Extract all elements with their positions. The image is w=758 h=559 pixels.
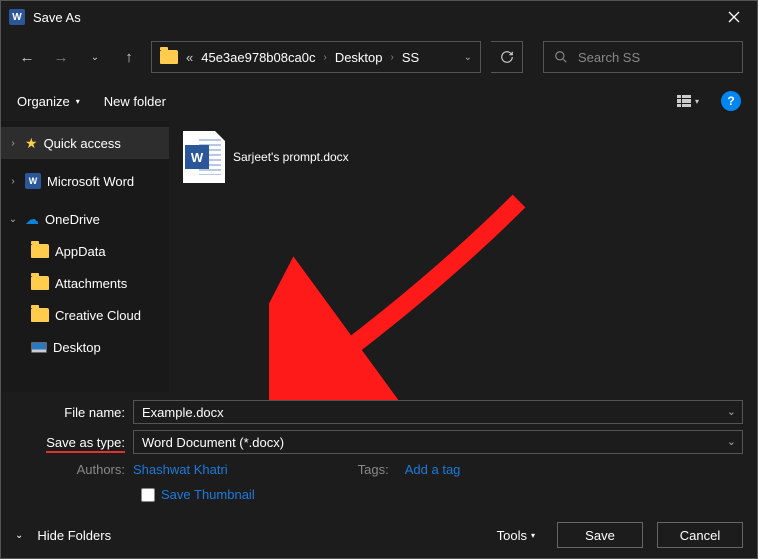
cloud-icon: ☁ [25, 211, 39, 228]
search-input[interactable]: Search SS [543, 41, 743, 73]
search-icon [554, 50, 568, 64]
back-button[interactable]: ← [15, 45, 39, 69]
save-as-type-select[interactable]: Word Document (*.docx) ⌄ [133, 430, 743, 454]
sidebar-item-quick-access[interactable]: › ★ Quick access [1, 127, 169, 159]
chevron-right-icon: › [7, 138, 19, 149]
folder-icon [31, 244, 49, 258]
close-button[interactable] [711, 1, 757, 33]
sidebar-item-desktop[interactable]: Desktop [1, 331, 169, 363]
tags-link[interactable]: Add a tag [405, 462, 461, 477]
view-options-button[interactable]: ▾ [673, 89, 703, 113]
search-placeholder: Search SS [578, 50, 640, 65]
chevron-right-icon: › [323, 52, 326, 63]
sidebar-item-onedrive[interactable]: ⌄ ☁ OneDrive [1, 203, 169, 235]
sidebar-label: Microsoft Word [47, 174, 134, 189]
file-label: Sarjeet's prompt.docx [233, 150, 383, 164]
chevron-right-icon: › [391, 52, 394, 63]
organize-label: Organize [17, 94, 70, 109]
save-thumbnail-label[interactable]: Save Thumbnail [161, 487, 255, 502]
breadcrumb-seg2[interactable]: Desktop [335, 50, 383, 65]
star-icon: ★ [25, 135, 38, 152]
word-app-icon: W [9, 9, 25, 25]
save-button[interactable]: Save [557, 522, 643, 548]
hide-folders-button[interactable]: Hide Folders [37, 528, 111, 543]
word-icon: W [25, 173, 41, 189]
sidebar-label: Desktop [53, 340, 101, 355]
authors-label: Authors: [15, 462, 133, 477]
tools-button[interactable]: Tools ▾ [497, 528, 535, 543]
tools-label: Tools [497, 528, 527, 543]
word-document-icon: W [183, 131, 225, 183]
folder-icon [31, 276, 49, 290]
sidebar-item-microsoft-word[interactable]: › W Microsoft Word [1, 165, 169, 197]
new-folder-button[interactable]: New folder [104, 94, 166, 109]
filename-label: File name: [15, 405, 133, 420]
filename-value: Example.docx [142, 405, 224, 420]
refresh-button[interactable] [491, 41, 523, 73]
help-button[interactable]: ? [721, 91, 741, 111]
desktop-icon [31, 342, 47, 353]
sidebar-item-appdata[interactable]: AppData [1, 235, 169, 267]
breadcrumb-prefix: « [186, 50, 193, 65]
file-list-area[interactable]: W Sarjeet's prompt.docx [169, 121, 757, 392]
chevron-down-icon: ▾ [76, 97, 80, 106]
filename-input[interactable]: Example.docx ⌄ [133, 400, 743, 424]
annotation-arrow [269, 191, 569, 401]
save-as-type-label: Save as type: [15, 435, 133, 450]
new-folder-label: New folder [104, 94, 166, 109]
sidebar-label: Quick access [44, 136, 121, 151]
chevron-down-icon[interactable]: ⌄ [727, 405, 736, 418]
forward-button[interactable]: → [49, 45, 73, 69]
chevron-down-icon: ▾ [695, 97, 699, 106]
breadcrumb-seg1[interactable]: 45e3ae978b08ca0c [201, 50, 315, 65]
tags-label: Tags: [358, 462, 397, 477]
sidebar-label: OneDrive [45, 212, 100, 227]
chevron-down-icon: ▾ [531, 531, 535, 540]
sidebar-item-creative-cloud[interactable]: Creative Cloud [1, 299, 169, 331]
up-button[interactable]: ↑ [117, 45, 141, 69]
recent-locations-button[interactable]: ⌄ [83, 45, 107, 69]
collapse-icon: ⌄ [15, 530, 23, 541]
sidebar-label: AppData [55, 244, 106, 259]
breadcrumb-seg3[interactable]: SS [402, 50, 419, 65]
chevron-down-icon: ⌄ [7, 214, 19, 225]
file-item[interactable]: W Sarjeet's prompt.docx [183, 131, 743, 183]
authors-link[interactable]: Shashwat Khatri [133, 462, 228, 477]
address-bar[interactable]: « 45e3ae978b08ca0c › Desktop › SS ⌄ [151, 41, 481, 73]
window-title: Save As [33, 10, 81, 25]
sidebar-label: Attachments [55, 276, 127, 291]
sidebar-label: Creative Cloud [55, 308, 141, 323]
sidebar-item-attachments[interactable]: Attachments [1, 267, 169, 299]
chevron-right-icon: › [7, 176, 19, 187]
folder-icon [160, 50, 178, 64]
chevron-down-icon[interactable]: ⌄ [727, 435, 736, 448]
save-as-type-value: Word Document (*.docx) [142, 435, 284, 450]
folder-icon [31, 308, 49, 322]
organize-button[interactable]: Organize ▾ [17, 94, 80, 109]
cancel-button[interactable]: Cancel [657, 522, 743, 548]
address-dropdown-icon[interactable]: ⌄ [464, 52, 472, 63]
save-thumbnail-checkbox[interactable] [141, 488, 155, 502]
